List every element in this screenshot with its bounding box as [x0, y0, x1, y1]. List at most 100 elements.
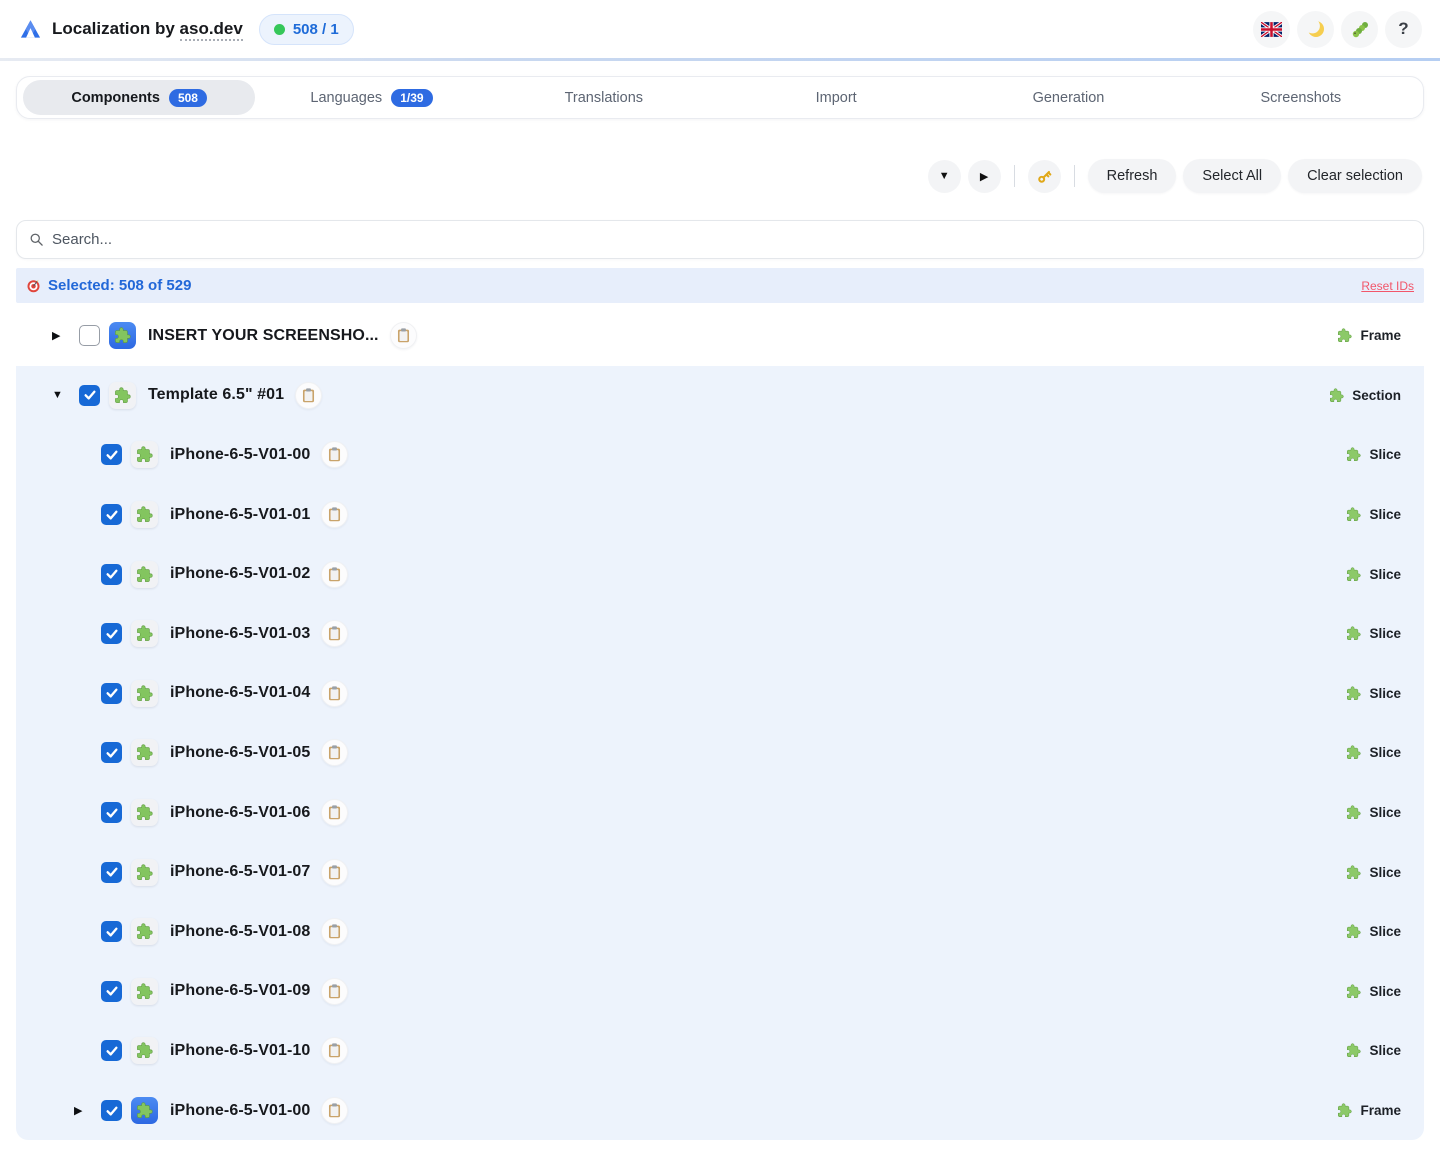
key-button[interactable] — [1028, 160, 1061, 193]
copy-name-button[interactable] — [390, 322, 417, 349]
reset-ids-link[interactable]: Reset IDs — [1361, 279, 1414, 293]
tree-row[interactable]: iPhone-6-5-V01-00 Slice — [16, 425, 1424, 485]
header-progress-line — [0, 58, 1440, 61]
tab-label: Components — [71, 90, 160, 106]
row-checkbox[interactable] — [79, 385, 100, 406]
tab-count-badge: 1/39 — [391, 89, 432, 107]
type-puzzle-icon — [1346, 447, 1361, 462]
type-puzzle-icon — [1346, 984, 1361, 999]
counter-value: 508 / 1 — [293, 21, 339, 38]
clipboard-icon — [328, 924, 341, 939]
status-dot-icon — [274, 24, 285, 35]
changelog-button[interactable] — [1341, 11, 1378, 48]
copy-name-button[interactable] — [321, 501, 348, 528]
row-checkbox[interactable] — [101, 802, 122, 823]
clear-selection-button[interactable]: Clear selection — [1288, 159, 1422, 193]
clipboard-icon — [328, 865, 341, 880]
tree-row[interactable]: iPhone-6-5-V01-07 Slice — [16, 842, 1424, 902]
copy-name-button[interactable] — [321, 978, 348, 1005]
node-puzzle-icon — [131, 978, 158, 1005]
expand-arrow-icon[interactable]: ▶ — [52, 329, 79, 342]
node-puzzle-icon — [131, 1037, 158, 1064]
row-label: iPhone-6-5-V01-00 — [170, 1102, 310, 1120]
tab-label: Screenshots — [1261, 90, 1342, 106]
type-text: Slice — [1369, 805, 1401, 820]
copy-name-button[interactable] — [321, 1097, 348, 1124]
row-checkbox[interactable] — [101, 504, 122, 525]
row-checkbox[interactable] — [101, 444, 122, 465]
checkmark-icon — [105, 686, 119, 700]
selection-bar: Selected: 508 of 529 Reset IDs — [16, 268, 1424, 303]
title-aso-dev-link[interactable]: aso.dev — [180, 19, 243, 41]
search-input[interactable] — [52, 231, 1411, 248]
row-checkbox[interactable] — [101, 981, 122, 1002]
refresh-button[interactable]: Refresh — [1088, 159, 1177, 193]
tree-row[interactable]: iPhone-6-5-V01-08 Slice — [16, 902, 1424, 962]
type-puzzle-icon — [1346, 805, 1361, 820]
row-label: iPhone-6-5-V01-01 — [170, 506, 310, 524]
row-checkbox[interactable] — [101, 921, 122, 942]
tab-import[interactable]: Import — [720, 80, 952, 115]
node-puzzle-icon — [131, 561, 158, 588]
search-bar — [16, 220, 1424, 259]
tree-row[interactable]: iPhone-6-5-V01-09 Slice — [16, 962, 1424, 1022]
key-icon — [1035, 167, 1054, 186]
copy-name-button[interactable] — [321, 859, 348, 886]
copy-name-button[interactable] — [321, 1037, 348, 1064]
type-puzzle-icon — [1337, 328, 1352, 343]
tab-components[interactable]: Components 508 — [23, 80, 255, 115]
tab-generation[interactable]: Generation — [952, 80, 1184, 115]
expand-arrow-icon[interactable]: ▼ — [52, 389, 79, 401]
checkmark-icon — [83, 388, 97, 402]
copy-name-button[interactable] — [321, 799, 348, 826]
tree-row[interactable]: iPhone-6-5-V01-02 Slice — [16, 544, 1424, 604]
row-checkbox[interactable] — [101, 564, 122, 585]
tree-row[interactable]: iPhone-6-5-V01-01 Slice — [16, 485, 1424, 545]
language-flag-button[interactable] — [1253, 11, 1290, 48]
copy-name-button[interactable] — [321, 680, 348, 707]
row-checkbox[interactable] — [101, 683, 122, 704]
copy-name-button[interactable] — [321, 441, 348, 468]
copy-name-button[interactable] — [321, 918, 348, 945]
copy-name-button[interactable] — [321, 561, 348, 588]
node-type-label: Slice — [1346, 745, 1401, 760]
row-checkbox[interactable] — [101, 623, 122, 644]
tree-row[interactable]: ▶ iPhone-6-5-V01-00 — [16, 1081, 1424, 1141]
node-puzzle-icon — [131, 1097, 158, 1124]
dark-mode-button[interactable] — [1297, 11, 1334, 48]
row-checkbox[interactable] — [101, 1100, 122, 1121]
tab-languages[interactable]: Languages 1/39 — [255, 80, 487, 115]
copy-name-button[interactable] — [321, 620, 348, 647]
select-all-button[interactable]: Select All — [1183, 159, 1281, 193]
tree-row[interactable]: iPhone-6-5-V01-05 Slice — [16, 723, 1424, 783]
tree-row[interactable]: iPhone-6-5-V01-10 Slice — [16, 1021, 1424, 1081]
row-checkbox[interactable] — [79, 325, 100, 346]
tree-row[interactable]: iPhone-6-5-V01-04 Slice — [16, 664, 1424, 724]
row-label: iPhone-6-5-V01-10 — [170, 1042, 310, 1060]
copy-name-button[interactable] — [321, 739, 348, 766]
type-puzzle-icon — [1346, 865, 1361, 880]
tab-screenshots[interactable]: Screenshots — [1185, 80, 1417, 115]
checkmark-icon — [105, 925, 119, 939]
moon-icon — [1306, 19, 1326, 39]
target-icon — [26, 278, 41, 293]
row-checkbox[interactable] — [101, 1040, 122, 1061]
collapse-all-button[interactable]: ▼ — [928, 160, 961, 193]
status-counter-badge: 508 / 1 — [259, 14, 354, 45]
tree-row[interactable]: iPhone-6-5-V01-06 Slice — [16, 783, 1424, 843]
checkmark-icon — [105, 1044, 119, 1058]
node-type-label: Slice — [1346, 984, 1401, 999]
tab-translations[interactable]: Translations — [488, 80, 720, 115]
tree-row[interactable]: iPhone-6-5-V01-03 Slice — [16, 604, 1424, 664]
tree-row[interactable]: ▶ INSERT YOUR SCREENSHO... — [16, 306, 1424, 366]
expand-arrow-icon[interactable]: ▶ — [74, 1104, 101, 1117]
clipboard-icon — [328, 507, 341, 522]
row-label: iPhone-6-5-V01-08 — [170, 923, 310, 941]
copy-name-button[interactable] — [295, 382, 322, 409]
row-checkbox[interactable] — [101, 742, 122, 763]
run-button[interactable]: ▶ — [968, 160, 1001, 193]
node-puzzle-icon — [109, 322, 136, 349]
help-button[interactable]: ? — [1385, 11, 1422, 48]
row-checkbox[interactable] — [101, 862, 122, 883]
tree-row[interactable]: ▼ Template 6.5" #01 — [16, 366, 1424, 426]
